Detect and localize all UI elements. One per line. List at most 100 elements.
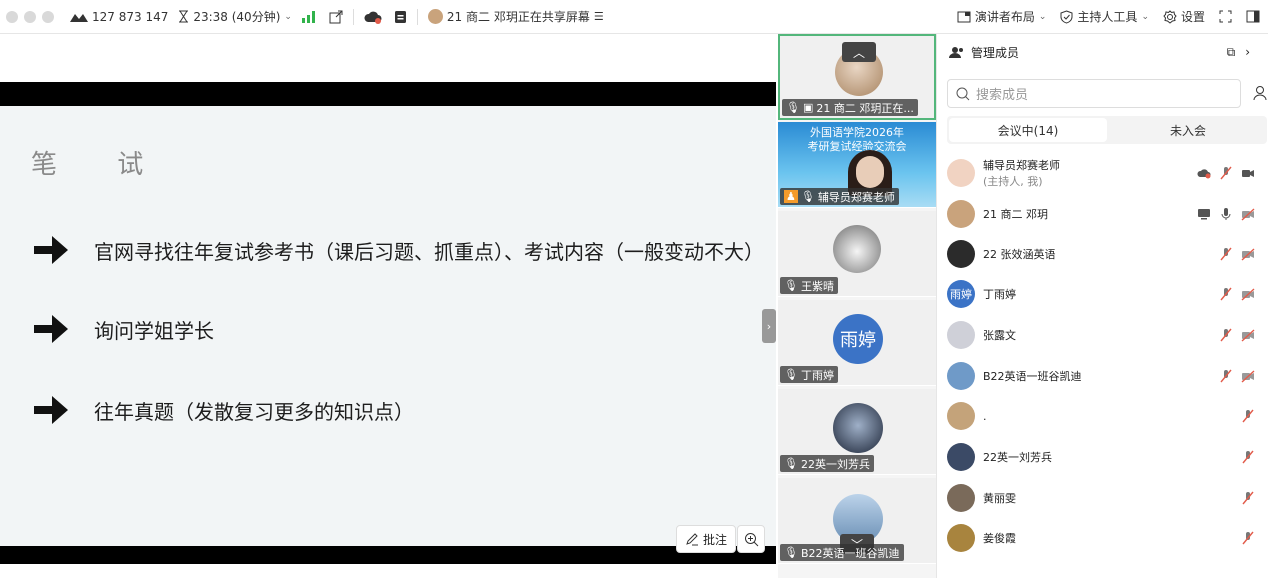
popout-panel-icon[interactable]: ⧉	[1227, 45, 1236, 60]
mic-muted-icon[interactable]	[1241, 450, 1255, 464]
member-row[interactable]: 22 张效涵英语	[947, 234, 1267, 274]
menu-icon: ☰	[593, 10, 604, 23]
letterbox-bottom	[0, 546, 776, 564]
member-avatar: 雨婷	[947, 280, 975, 308]
member-name: 21 商二 邓玥	[983, 208, 1048, 221]
participant-avatar: 雨婷	[833, 314, 883, 364]
mic-muted-icon[interactable]	[1219, 369, 1233, 383]
video-tile[interactable]: 🎙 王紫晴	[778, 211, 936, 297]
member-name: B22英语一班谷凯迪	[983, 370, 1082, 383]
tab-not-joined[interactable]: 未入会	[1109, 116, 1267, 144]
member-row[interactable]: .	[947, 396, 1267, 436]
member-search-input[interactable]: 搜索成员	[947, 79, 1241, 108]
scroll-up-button[interactable]: ︿	[842, 42, 876, 62]
member-row[interactable]: 姜俊霞	[947, 518, 1267, 558]
tab-in-meeting[interactable]: 会议中(14)	[949, 118, 1107, 142]
gear-icon	[1163, 9, 1177, 24]
mic-muted-icon[interactable]	[1241, 531, 1255, 545]
network-signal-icon[interactable]	[301, 10, 315, 23]
member-row[interactable]: 黄丽雯	[947, 478, 1267, 518]
video-tile[interactable]: 🎙 22英一刘芳兵	[778, 389, 936, 475]
video-tile[interactable]: ﹀ 🎙 B22英语一班谷凯迪	[778, 478, 936, 564]
document-icon[interactable]	[394, 10, 407, 24]
minimize-window-button[interactable]	[24, 10, 36, 23]
mic-icon[interactable]	[1219, 207, 1233, 221]
collapse-panel-handle[interactable]: ›	[762, 309, 776, 343]
mic-muted-icon: 🎙	[784, 368, 798, 381]
close-panel-icon[interactable]: ›	[1245, 45, 1250, 60]
host-tools-button[interactable]: 主持人工具 ⌄	[1060, 8, 1149, 25]
member-row[interactable]: 辅导员郑赛老师 (主持人, 我)	[947, 153, 1267, 193]
mic-muted-icon: 🎙	[784, 457, 798, 470]
member-row[interactable]: 21 商二 邓玥	[947, 194, 1267, 234]
timer-text: 23:38 (40分钟)	[193, 10, 281, 24]
sidebar-toggle-icon[interactable]	[1246, 10, 1260, 23]
letterbox-top	[0, 82, 776, 106]
video-tile[interactable]: 雨婷 🎙 丁雨婷	[778, 300, 936, 386]
speaker-layout-button[interactable]: 演讲者布局 ⌄	[957, 8, 1047, 25]
member-tabs: 会议中(14) 未入会	[947, 116, 1267, 144]
annotate-button[interactable]: 批注	[676, 525, 737, 553]
window-controls[interactable]	[6, 10, 54, 23]
mic-muted-icon[interactable]	[1219, 166, 1233, 180]
bullet-text: 官网寻找往年复试参考书（课后习题、抓重点）、考试内容（一般变动不大）	[94, 239, 764, 264]
banner-text: 外国语学院2026年 考研复试经验交流会	[807, 126, 907, 153]
presentation-slide: 笔 试 官网寻找往年复试参考书（课后习题、抓重点）、考试内容（一般变动不大） 询…	[0, 106, 776, 546]
video-name-label: 🎙 22英一刘芳兵	[780, 455, 874, 472]
camera-icon[interactable]	[1241, 166, 1255, 180]
meeting-id[interactable]: 127 873 147	[70, 10, 168, 24]
zoom-in-button[interactable]	[737, 525, 765, 553]
mic-muted-icon[interactable]	[1219, 247, 1233, 261]
video-tile[interactable]: 外国语学院2026年 考研复试经验交流会 ♟ 🎙 辅导员郑赛老师	[778, 122, 936, 208]
member-row[interactable]: 雨婷 丁雨婷	[947, 274, 1267, 314]
divider	[352, 8, 354, 25]
video-name-label: 🎙 ▣ 21 商二 邓玥正在...	[782, 99, 918, 116]
mic-muted-icon[interactable]	[1219, 287, 1233, 301]
popout-icon[interactable]	[329, 10, 343, 24]
mic-muted-icon[interactable]	[1241, 409, 1255, 423]
search-placeholder: 搜索成员	[976, 88, 1029, 103]
chevron-down-icon: ⌄	[1141, 11, 1149, 22]
panel-actions: ⧉ ›	[1227, 45, 1250, 60]
arrow-right-icon	[34, 236, 68, 264]
camera-off-icon[interactable]	[1241, 369, 1255, 383]
video-name-label: 🎙 丁雨婷	[780, 366, 838, 383]
camera-off-icon[interactable]	[1241, 247, 1255, 261]
member-row[interactable]: B22英语一班谷凯迪	[947, 356, 1267, 396]
camera-off-icon[interactable]	[1241, 287, 1255, 301]
camera-off-icon[interactable]	[1241, 207, 1255, 221]
sharing-indicator[interactable]: 21 商二 邓玥正在共享屏幕 ☰	[427, 8, 604, 25]
member-avatar	[947, 443, 975, 471]
panel-header: 管理成员 ⧉ ›	[937, 34, 1268, 70]
close-window-button[interactable]	[6, 10, 18, 23]
video-gallery: ︿ 🎙 ▣ 21 商二 邓玥正在... 外国语学院2026年 考研复试经验交流会…	[778, 34, 936, 578]
participant-face	[856, 156, 884, 188]
layout-icon	[957, 11, 971, 22]
member-row[interactable]: 张露文	[947, 315, 1267, 355]
slide-bullet: 询问学姐学长	[30, 309, 214, 349]
panel-title: 管理成员	[971, 45, 1020, 60]
invite-member-icon[interactable]	[1253, 85, 1268, 101]
cloud-record-icon[interactable]	[364, 10, 382, 24]
meeting-timer[interactable]: 23:38 (40分钟) ⌄	[178, 8, 292, 25]
hourglass-icon	[179, 10, 189, 23]
mic-muted-icon[interactable]	[1219, 328, 1233, 342]
participants-panel: 管理成员 ⧉ › 搜索成员 会议中(14) 未入会 辅导员郑赛老师 (主持人, 我…	[936, 34, 1268, 578]
fullscreen-icon[interactable]	[1219, 10, 1232, 23]
shield-icon	[1060, 9, 1073, 24]
chevron-down-icon: ⌄	[1038, 11, 1047, 22]
member-row[interactable]: 22英一刘芳兵	[947, 437, 1267, 477]
layout-label: 演讲者布局	[974, 10, 1035, 24]
maximize-window-button[interactable]	[42, 10, 54, 23]
mic-icon: 🎙	[800, 190, 815, 203]
slide-bullet: 官网寻找往年复试参考书（课后习题、抓重点）、考试内容（一般变动不大）	[30, 230, 764, 270]
camera-off-icon[interactable]	[1241, 328, 1255, 342]
video-tile[interactable]: ︿ 🎙 ▣ 21 商二 邓玥正在...	[778, 34, 936, 120]
bullet-text: 询问学姐学长	[94, 318, 214, 343]
slide-bullet: 往年真题（发散复习更多的知识点）	[30, 390, 414, 430]
slide-title: 笔 试	[31, 150, 170, 180]
member-avatar	[947, 321, 975, 349]
mic-icon: 🎙	[786, 101, 800, 114]
settings-button[interactable]: 设置	[1163, 8, 1205, 25]
mic-muted-icon[interactable]	[1241, 491, 1255, 505]
